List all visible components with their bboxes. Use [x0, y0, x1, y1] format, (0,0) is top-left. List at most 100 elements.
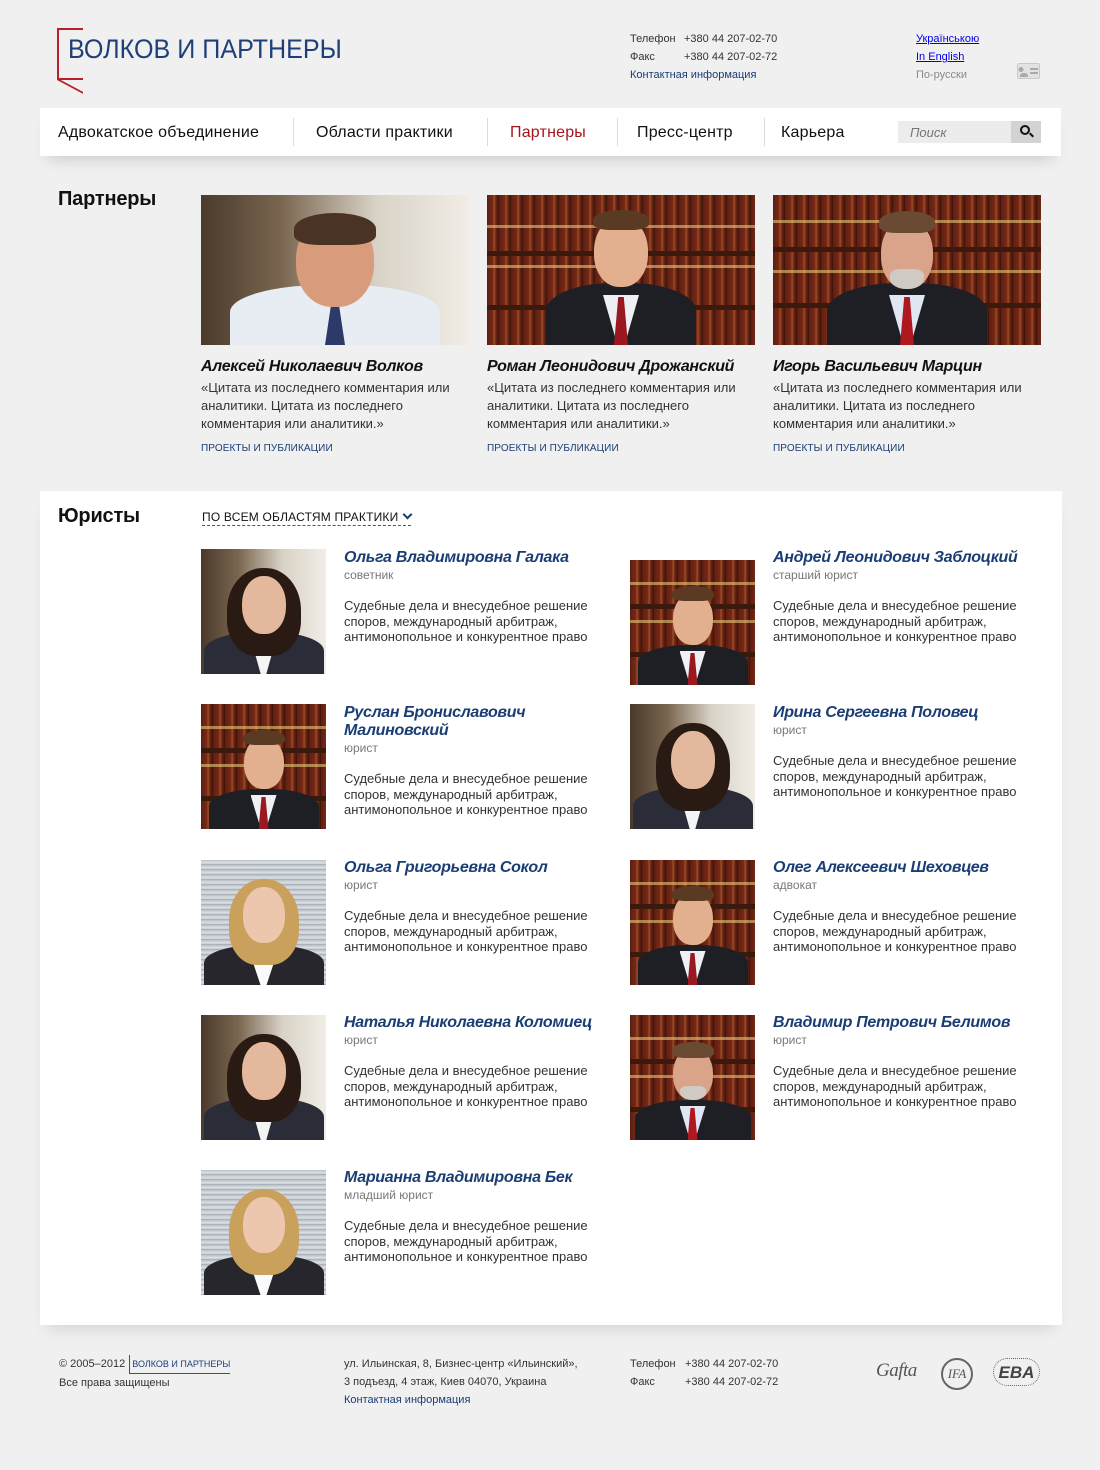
partner-publications-link[interactable]: ПРОЕКТЫ И ПУБЛИКАЦИИ: [773, 443, 1041, 454]
logo[interactable]: ВОЛКОВ И ПАРТНЕРЫ: [57, 28, 347, 80]
lawyer-name[interactable]: Руслан Брониславович Малиновский: [344, 704, 614, 740]
footer-phone: +380 44 207-02-70: [685, 1358, 779, 1370]
lawyer-name[interactable]: Олег Алексеевич Шеховцев: [773, 859, 1043, 877]
lawyer-card: Ольга Владимировна Галака советник Судеб…: [201, 549, 621, 684]
lawyer-photo[interactable]: [630, 560, 755, 685]
lang-russian-current: По-русски: [916, 69, 968, 81]
partner-name[interactable]: Роман Леонидович Дрожанский: [487, 358, 755, 376]
header-contacts: Телефон +380 44 207-02-70 Факс +380 44 207…: [630, 30, 777, 84]
lawyer-photo[interactable]: [201, 704, 326, 829]
lawyer-description: Судебные дела и внесудебное решение спор…: [773, 1063, 1017, 1109]
partner-card: Алексей Николаевич Волков «Цитата из пос…: [201, 195, 469, 454]
phone-label: Телефон: [630, 33, 676, 45]
lawyer-name[interactable]: Наталья Николаевна Коломиец: [344, 1014, 614, 1032]
nav-divider: [293, 118, 294, 146]
partner-card: Роман Леонидович Дрожанский «Цитата из п…: [487, 195, 755, 454]
fax-label: Факс: [630, 51, 655, 63]
address-line-2: 3 подъезд, 4 этаж, Киев 04070, Украина: [344, 1376, 547, 1388]
lawyer-photo[interactable]: [201, 1015, 326, 1140]
lawyer-description: Судебные дела и внесудебное решение спор…: [344, 1218, 588, 1264]
nav-item-partners[interactable]: Партнеры: [510, 108, 586, 156]
search-button[interactable]: [1011, 121, 1041, 143]
ifa-logo[interactable]: IFA: [941, 1358, 973, 1390]
partner-photo[interactable]: [201, 195, 469, 345]
lawyer-card: Ольга Григорьевна Сокол юрист Судебные д…: [201, 859, 621, 994]
nav-item-press[interactable]: Пресс-центр: [637, 108, 733, 156]
lawyer-role: юрист: [344, 1033, 378, 1047]
lang-ukrainian[interactable]: Українською: [916, 33, 979, 45]
lawyer-photo[interactable]: [630, 1015, 755, 1140]
partner-name[interactable]: Игорь Васильевич Марцин: [773, 358, 1041, 376]
practice-filter-label: ПО ВСЕМ ОБЛАСТЯМ ПРАКТИКИ: [202, 510, 399, 524]
lawyer-description: Судебные дела и внесудебное решение спор…: [773, 753, 1017, 799]
lawyer-role: юрист: [773, 723, 807, 737]
search-box: [898, 121, 1041, 143]
phone-number: +380 44 207-02-70: [684, 33, 778, 45]
footer-fax-label: Факс: [630, 1376, 655, 1388]
lawyer-name[interactable]: Ольга Григорьевна Сокол: [344, 859, 614, 877]
lawyer-description: Судебные дела и внесудебное решение спор…: [344, 908, 588, 954]
gafta-logo[interactable]: Gafta: [876, 1360, 917, 1394]
partner-name[interactable]: Алексей Николаевич Волков: [201, 358, 469, 376]
lawyer-role: юрист: [344, 878, 378, 892]
vcard-icon[interactable]: [1017, 63, 1040, 79]
search-input[interactable]: [898, 121, 1011, 143]
lawyer-name[interactable]: Ольга Владимировна Галака: [344, 549, 614, 567]
partner-publications-link[interactable]: ПРОЕКТЫ И ПУБЛИКАЦИИ: [201, 443, 469, 454]
footer-fax: +380 44 207-02-72: [685, 1376, 779, 1388]
logo-text: ВОЛКОВ И ПАРТНЕРЫ: [68, 34, 342, 64]
lawyer-photo[interactable]: [201, 1170, 326, 1295]
lawyer-role: старший юрист: [773, 568, 858, 582]
lawyer-name[interactable]: Владимир Петрович Белимов: [773, 1014, 1043, 1032]
lawyer-photo[interactable]: [630, 860, 755, 985]
lawyer-name[interactable]: Андрей Леонидович Заблоцкий: [773, 549, 1043, 567]
rights-text: Все права защищены: [59, 1377, 170, 1389]
partner-quote: «Цитата из последнего комментария или ан…: [487, 380, 736, 431]
lawyer-description: Судебные дела и внесудебное решение спор…: [773, 598, 1017, 644]
lawyer-photo[interactable]: [630, 704, 755, 829]
practice-filter-dropdown[interactable]: ПО ВСЕМ ОБЛАСТЯМ ПРАКТИКИ: [202, 509, 413, 526]
lawyer-card: Марианна Владимировна Бек младший юрист …: [201, 1169, 621, 1304]
footer-logo[interactable]: ВОЛКОВ И ПАРТНЕРЫ: [129, 1355, 231, 1374]
nav-item-career[interactable]: Карьера: [781, 108, 845, 156]
lang-english[interactable]: In English: [916, 51, 964, 63]
nav-item-association[interactable]: Адвокатское объединение: [58, 108, 259, 156]
lawyer-card: Ирина Сергеевна Половец юрист Судебные д…: [630, 704, 1050, 839]
lawyer-name[interactable]: Марианна Владимировна Бек: [344, 1169, 614, 1187]
main-nav: Адвокатское объединение Области практики…: [40, 108, 1061, 156]
copyright: © 2005–2012: [59, 1358, 126, 1370]
lawyer-role: юрист: [344, 741, 378, 755]
lawyer-photo[interactable]: [201, 549, 326, 674]
nav-divider: [487, 118, 488, 146]
lawyer-role: младший юрист: [344, 1188, 434, 1202]
partner-card: Игорь Васильевич Марцин «Цитата из после…: [773, 195, 1041, 454]
lawyer-photo[interactable]: [201, 860, 326, 985]
lawyer-name[interactable]: Ирина Сергеевна Половец: [773, 704, 1043, 722]
lawyer-card: Олег Алексеевич Шеховцев адвокат Судебны…: [630, 859, 1050, 994]
partner-quote: «Цитата из последнего комментария или ан…: [773, 380, 1022, 431]
partner-publications-link[interactable]: ПРОЕКТЫ И ПУБЛИКАЦИИ: [487, 443, 755, 454]
contacts-link[interactable]: Контактная информация: [630, 66, 756, 84]
partner-quote: «Цитата из последнего комментария или ан…: [201, 380, 450, 431]
footer-contacts-link[interactable]: Контактная информация: [344, 1394, 470, 1406]
partner-photo[interactable]: [487, 195, 755, 345]
nav-item-practice[interactable]: Области практики: [316, 108, 453, 156]
lawyer-role: юрист: [773, 1033, 807, 1047]
chevron-down-icon: [403, 509, 413, 520]
lawyer-role: советник: [344, 568, 394, 582]
footer-phone-label: Телефон: [630, 1358, 676, 1370]
eba-logo[interactable]: EBA: [993, 1358, 1040, 1386]
lawyer-card: Владимир Петрович Белимов юрист Судебные…: [630, 1014, 1050, 1149]
lawyer-description: Судебные дела и внесудебное решение спор…: [344, 771, 588, 817]
address-line-1: ул. Ильинская, 8, Бизнес-центр «Ильински…: [344, 1358, 578, 1370]
lawyer-description: Судебные дела и внесудебное решение спор…: [344, 1063, 588, 1109]
lawyer-card: Руслан Брониславович Малиновский юрист С…: [201, 704, 621, 839]
lawyer-card: Андрей Леонидович Заблоцкий старший юрис…: [630, 549, 1050, 685]
nav-divider: [617, 118, 618, 146]
lawyer-description: Судебные дела и внесудебное решение спор…: [773, 908, 1017, 954]
footer-address: ул. Ильинская, 8, Бизнес-центр «Ильински…: [344, 1355, 578, 1409]
fax-number: +380 44 207-02-72: [684, 51, 778, 63]
lawyer-description: Судебные дела и внесудебное решение спор…: [344, 598, 588, 644]
partner-photo[interactable]: [773, 195, 1041, 345]
lawyer-card: Наталья Николаевна Коломиец юрист Судебн…: [201, 1014, 621, 1149]
